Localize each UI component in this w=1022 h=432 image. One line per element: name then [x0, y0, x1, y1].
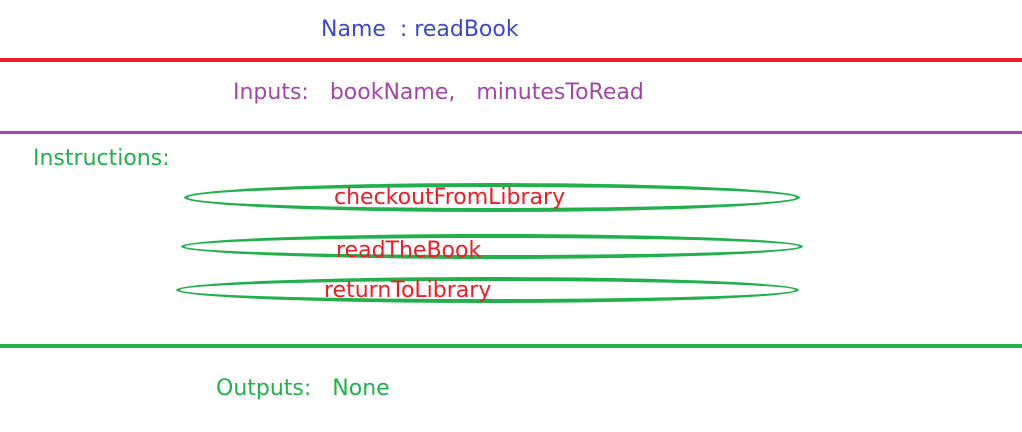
outputs-label: Outputs: None [216, 376, 390, 401]
step-label: readTheBook [336, 238, 482, 263]
step-oval-read: readTheBook [181, 234, 803, 263]
green-divider [0, 344, 1022, 348]
red-divider [0, 58, 1022, 62]
step-oval-return: returnToLibrary [176, 277, 799, 303]
instructions-label: Instructions: [33, 146, 170, 171]
inputs-label: Inputs: bookName, minutesToRead [233, 80, 644, 105]
step-label: checkoutFromLibrary [334, 185, 566, 210]
step-oval-checkout: checkoutFromLibrary [184, 183, 800, 212]
step-label: returnToLibrary [324, 278, 492, 303]
purple-divider [0, 131, 1022, 134]
function-name-label: Name : readBook [321, 17, 519, 42]
